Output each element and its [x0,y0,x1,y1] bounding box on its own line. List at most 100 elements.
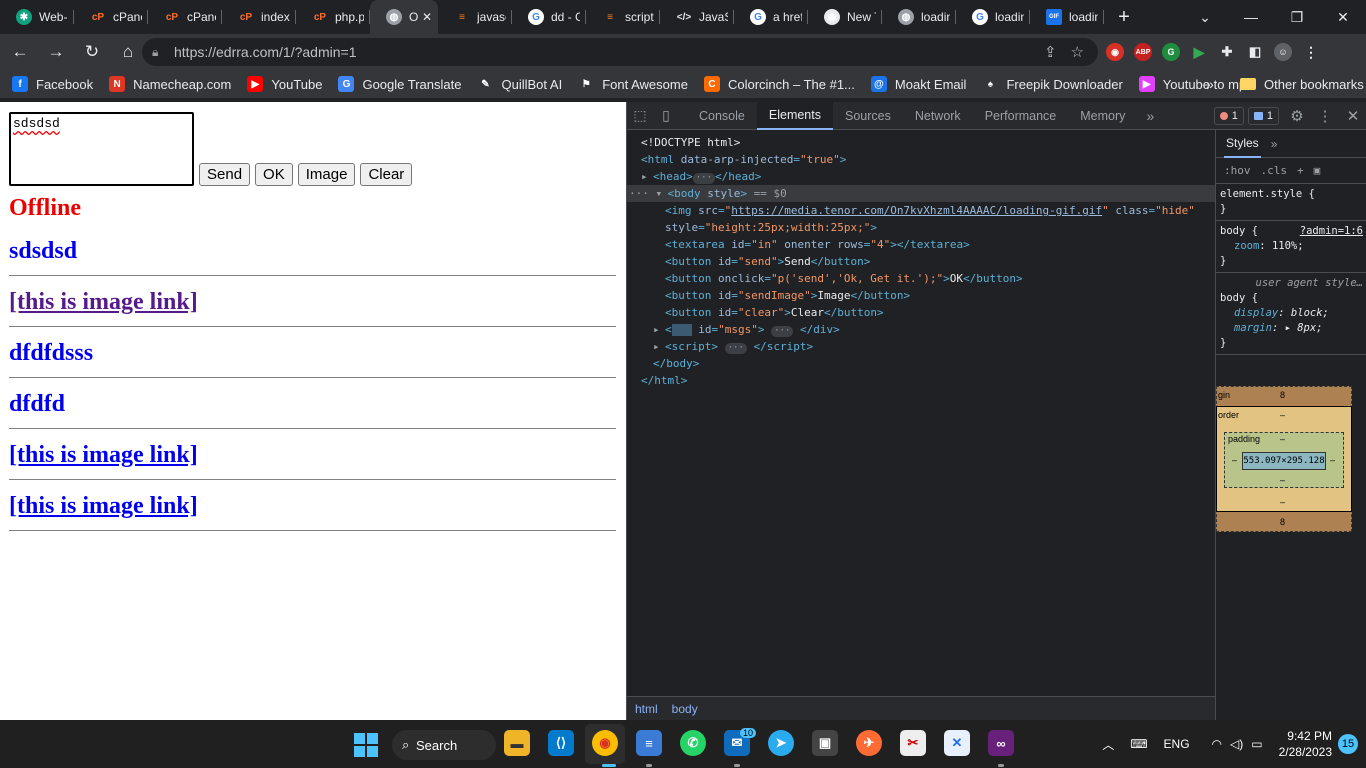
message-textarea[interactable]: sdsdsd [9,112,194,186]
dom-node[interactable]: style="height:25px;width:25px;"> [627,219,1215,236]
inspect-element-icon[interactable]: ⬚ [627,107,653,124]
tab-memory[interactable]: Memory [1068,102,1137,130]
other-bookmarks[interactable]: Other bookmarks [1240,77,1364,92]
clock[interactable]: 9:42 PM 2/28/2023 [1279,728,1332,760]
bookmark-star-icon[interactable]: ☆ [1071,43,1084,61]
tab-sources[interactable]: Sources [833,102,903,130]
tab-search-icon[interactable]: ⌄ [1182,9,1228,26]
border-bottom-value[interactable]: – [1280,497,1285,507]
dom-node[interactable]: ▸ <script> ··· </script> [627,338,1215,355]
computed-toggle-icon[interactable]: ▣ [1314,164,1321,177]
wifi-icon[interactable]: ◠ [1212,737,1222,751]
extension-red-icon[interactable]: ◉ [1106,43,1124,61]
padding-bottom-value[interactable]: – [1280,475,1285,485]
box-model-content-size[interactable]: 553.097×295.128 [1242,452,1326,470]
more-bookmarks-icon[interactable]: » [1206,76,1214,92]
bookmark-item[interactable]: C Colorcinch – The #1... [703,76,855,92]
image-button[interactable]: Image [297,163,356,186]
notification-badge[interactable]: 15 [1338,734,1358,754]
image-link[interactable]: [this is image link] [9,442,198,468]
padding-left-value[interactable]: – [1232,455,1237,465]
send-button[interactable]: Send [199,163,251,186]
breadcrumb-item[interactable]: body [672,702,698,716]
image-link[interactable]: [this is image link] [9,493,198,519]
minimize-icon[interactable]: — [1228,9,1274,25]
browser-tab[interactable]: Gdd - G [512,0,586,34]
file-explorer-icon[interactable]: ▬ [504,730,530,756]
dom-node[interactable]: </html> [627,372,1215,389]
grammarly-icon[interactable]: G [1162,43,1180,61]
bookmark-item[interactable]: ▶ YouTube [247,76,322,92]
image-link[interactable]: [this is image link] [9,289,198,315]
chrome-icon[interactable]: ◉ [592,730,618,756]
profile-avatar[interactable]: ☺ [1274,43,1292,61]
padding-top-value[interactable]: – [1280,434,1285,444]
tab-network[interactable]: Network [903,102,973,130]
add-rule-icon[interactable]: + [1297,164,1304,177]
url-text[interactable]: https://edrra.com/1/?admin=1 [174,44,1044,60]
bookmark-item[interactable]: ▶ Youtube to mp3 [1138,76,1253,92]
visual-studio-icon[interactable]: ∞ [988,730,1014,756]
message-count-badge[interactable]: 1 [1247,107,1279,125]
dom-node[interactable]: <button id="send">Send</button> [627,253,1215,270]
dom-node[interactable]: <!DOCTYPE html> [627,134,1215,151]
dom-node[interactable]: <textarea id="in" onenter rows="4"></tex… [627,236,1215,253]
css-property[interactable]: zoom [1234,240,1259,252]
language-indicator[interactable]: ENG [1164,737,1190,751]
tab-active[interactable]: ◍ Of ✕ [370,0,438,34]
breadcrumb-item[interactable]: html [635,702,658,716]
battery-icon[interactable]: ▭ [1251,737,1262,751]
side-panel-icon[interactable]: ◧ [1246,43,1264,61]
restore-icon[interactable]: ❐ [1274,9,1320,26]
extensions-puzzle-icon[interactable]: ✚ [1218,43,1236,61]
volume-icon[interactable]: ◁) [1230,737,1243,751]
margin-top-value[interactable]: 8 [1280,390,1285,400]
dom-node[interactable]: <button id="sendImage">Image</button> [627,287,1215,304]
browser-tab[interactable]: ◍ loadin [882,0,956,34]
taskbar-search[interactable]: ⌕ Search [392,730,496,760]
browser-tab[interactable]: ✱ Web-E [0,0,74,34]
close-window-icon[interactable]: ✕ [1320,9,1366,26]
tab-styles[interactable]: Styles [1224,130,1261,158]
browser-tab[interactable]: Gloadin [956,0,1030,34]
browser-tab[interactable]: Ga href [734,0,808,34]
clear-button[interactable]: Clear [360,163,413,186]
dom-node[interactable]: </body> [627,355,1215,372]
postman-icon[interactable]: ✈ [856,730,882,756]
home-icon[interactable]: ⌂ [112,36,144,68]
bookmark-item[interactable]: ⚑ Font Awesome [578,76,688,92]
close-tab-icon[interactable]: ✕ [422,10,432,24]
rule-source-link[interactable]: ?admin=1:6 [1300,224,1363,239]
bookmark-item[interactable]: N Namecheap.com [109,76,231,92]
error-count-badge[interactable]: 1 [1213,107,1244,125]
vscode-icon[interactable]: ⟨⟩ [548,730,574,756]
device-toolbar-icon[interactable]: ▯ [653,107,679,124]
play-extension-icon[interactable]: ▶ [1190,43,1208,61]
tab-console[interactable]: Console [687,102,757,130]
devtools-menu-icon[interactable]: ⋮ [1311,107,1339,125]
dom-node[interactable]: <html data-arp-injected="true"> [627,151,1215,168]
dom-node[interactable]: ▸ <head> ··· </head> [627,168,1215,185]
browser-tab[interactable]: </> JavaS [660,0,734,34]
reload-icon[interactable]: ↻ [76,36,108,68]
settings-gear-icon[interactable]: ⚙ [1283,107,1311,125]
browser-tab[interactable]: cP php.pl [296,0,370,34]
dom-node-selected[interactable]: ··· ▾ <body style> == $0 [627,185,1215,202]
dom-tree[interactable]: <!DOCTYPE html> <html data-arp-injected=… [627,130,1215,696]
adblock-icon[interactable]: ABP [1134,43,1152,61]
browser-tab[interactable]: cP cPanel [74,0,148,34]
ok-button[interactable]: OK [255,163,293,186]
new-tab-icon[interactable]: + [1104,0,1144,34]
vpn-app-icon[interactable]: ▣ [812,730,838,756]
windows-start-icon[interactable] [354,733,378,757]
browser-tab[interactable]: cP index. [222,0,296,34]
snipping-tool-icon[interactable]: ✂ [900,730,926,756]
lock-icon[interactable]: 🔒︎ [152,45,174,60]
bookmark-item[interactable]: ♠ Freepik Downloader [982,76,1123,92]
show-hidden-icons-icon[interactable]: ︿ [1102,736,1114,753]
dom-node[interactable]: <img src="https://media.tenor.com/On7kvX… [627,202,1215,219]
dom-node[interactable]: <button onclick="p('send','Ok, Get it.')… [627,270,1215,287]
dom-node[interactable]: ▸ < id="msgs"> ··· </div> [627,321,1215,338]
tab-elements[interactable]: Elements [756,101,833,130]
css-value[interactable]: 110%; [1272,240,1304,252]
